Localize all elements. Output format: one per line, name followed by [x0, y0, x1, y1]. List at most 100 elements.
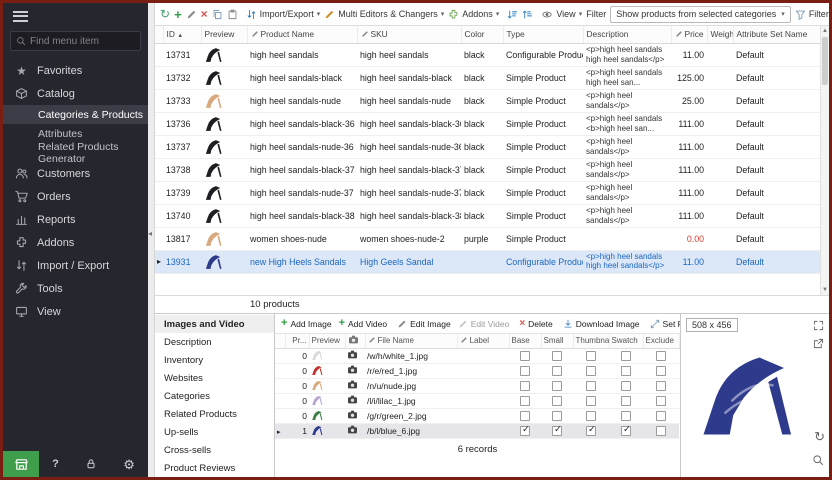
delete-product-button[interactable]: ×: [201, 8, 208, 20]
small-checkbox[interactable]: [552, 396, 562, 406]
sidebar-item-addons[interactable]: Addons: [3, 231, 148, 254]
sidebar-item-import-export[interactable]: Import / Export: [3, 254, 148, 277]
base-checkbox[interactable]: [520, 411, 530, 421]
small-checkbox[interactable]: [552, 381, 562, 391]
tab-up-sells[interactable]: Up-sells: [155, 423, 274, 441]
zoom-button[interactable]: [812, 453, 824, 471]
edit-image-button[interactable]: Edit Image: [395, 319, 453, 329]
image-row[interactable]: 0/g/r/green_2.jpg: [275, 408, 679, 423]
tab-product-reviews[interactable]: Product Reviews: [155, 459, 274, 477]
sidebar-item-catalog[interactable]: Catalog: [3, 82, 148, 105]
exclude-checkbox[interactable]: [656, 381, 666, 391]
product-row[interactable]: 13733high heel sandals-nudehigh heel san…: [155, 89, 820, 112]
edit-video-button[interactable]: Edit Video: [456, 319, 512, 329]
tab-related-products[interactable]: Related Products: [155, 405, 274, 423]
delete-image-button[interactable]: ×Delete: [517, 319, 554, 329]
base-checkbox[interactable]: [520, 366, 530, 376]
image-row[interactable]: 0/w/h/white_1.jpg: [275, 348, 679, 363]
exclude-checkbox[interactable]: [656, 366, 666, 376]
base-checkbox[interactable]: [520, 396, 530, 406]
scroll-down-icon[interactable]: ▼: [821, 285, 829, 295]
lock-icon[interactable]: [85, 458, 97, 470]
refresh-button[interactable]: ↻: [160, 8, 170, 20]
product-row[interactable]: 13817women shoes-nudewomen shoes-nude-2p…: [155, 227, 820, 250]
sidebar-item-customers[interactable]: Customers: [3, 162, 148, 185]
set-resize-rule-button[interactable]: Set Resize Rule▾: [648, 319, 680, 329]
exclude-checkbox[interactable]: [656, 351, 666, 361]
multi-editors-menu[interactable]: Multi Editors & Changers▾: [324, 9, 444, 20]
thumbnail-checkbox[interactable]: [586, 381, 596, 391]
sidebar-item-categories-products[interactable]: Categories & Products: [3, 105, 148, 124]
product-row[interactable]: 13732high heel sandals-blackhigh heel sa…: [155, 66, 820, 89]
small-checkbox[interactable]: [552, 366, 562, 376]
tab-description[interactable]: Description: [155, 333, 274, 351]
column-header-exclude[interactable]: Exclude: [643, 334, 679, 348]
scrollbar-thumb[interactable]: [822, 37, 828, 85]
column-header-swatch[interactable]: Swatch: [609, 334, 643, 348]
swatch-checkbox[interactable]: [621, 351, 631, 361]
product-row[interactable]: 13739high heel sandals-nude-37high heel …: [155, 181, 820, 204]
exclude-checkbox[interactable]: [656, 396, 666, 406]
sidebar-item-related-products-generator[interactable]: Related Products Generator: [3, 143, 148, 162]
copy-button[interactable]: [212, 9, 223, 20]
sidebar-item-favorites[interactable]: ★Favorites: [3, 59, 148, 82]
paste-button[interactable]: [227, 9, 238, 20]
column-header-price[interactable]: Price: [671, 26, 707, 43]
collapse-handle-icon[interactable]: ◂: [148, 229, 152, 238]
column-header-thumbnail[interactable]: Thumbna: [573, 334, 609, 348]
column-header-label[interactable]: Label: [457, 334, 509, 348]
column-header-attribute-set[interactable]: Attribute Set Name: [733, 26, 820, 43]
add-video-button[interactable]: +Add Video: [337, 318, 390, 329]
swatch-checkbox[interactable]: [621, 396, 631, 406]
column-header-product-name[interactable]: Product Name: [247, 26, 357, 43]
tab-websites[interactable]: Websites: [155, 369, 274, 387]
sidebar-item-orders[interactable]: Orders: [3, 185, 148, 208]
column-header-weight[interactable]: Weight: [707, 26, 733, 43]
import-export-menu[interactable]: Import/Export▾: [246, 9, 321, 20]
sidebar-splitter[interactable]: ◂: [148, 3, 155, 477]
swatch-checkbox[interactable]: [621, 381, 631, 391]
column-header-type[interactable]: Type: [503, 26, 583, 43]
fullscreen-button[interactable]: [813, 318, 824, 336]
thumbnail-checkbox[interactable]: [586, 366, 596, 376]
column-header-description[interactable]: Description: [583, 26, 671, 43]
column-header-color[interactable]: Color: [461, 26, 503, 43]
product-row[interactable]: 13736high heel sandals-black-36high heel…: [155, 112, 820, 135]
image-row[interactable]: 0/r/e/red_1.jpg: [275, 363, 679, 378]
column-header-file-name[interactable]: File Name: [365, 334, 457, 348]
add-product-button[interactable]: +: [174, 8, 182, 21]
grid-scrollbar[interactable]: ▲ ▼: [820, 26, 829, 295]
gear-icon[interactable]: ⚙: [123, 458, 135, 471]
column-header-id[interactable]: ID ▲: [163, 26, 201, 43]
view-menu[interactable]: View▾: [541, 9, 582, 20]
menu-toggle-button[interactable]: [3, 3, 148, 29]
product-row[interactable]: 13740high heel sandals-black-38high heel…: [155, 204, 820, 227]
product-row[interactable]: 13738high heel sandals-black-37high heel…: [155, 158, 820, 181]
add-image-button[interactable]: +Add Image: [279, 318, 334, 329]
store-button[interactable]: [3, 451, 39, 477]
column-header-preview[interactable]: Preview: [201, 26, 247, 43]
column-header-camera[interactable]: [345, 334, 365, 348]
swatch-checkbox[interactable]: [621, 366, 631, 376]
filters-menu[interactable]: Filters▾: [795, 9, 829, 20]
swatch-checkbox[interactable]: [621, 426, 631, 436]
small-checkbox[interactable]: [552, 351, 562, 361]
small-checkbox[interactable]: [552, 411, 562, 421]
addons-menu[interactable]: Addons▾: [448, 9, 499, 20]
column-header-small[interactable]: Small: [541, 334, 573, 348]
swatch-checkbox[interactable]: [621, 411, 631, 421]
scroll-up-icon[interactable]: ▲: [821, 26, 829, 36]
tab-categories[interactable]: Categories: [155, 387, 274, 405]
rotate-image-button[interactable]: ↻: [814, 430, 825, 443]
image-row-selected[interactable]: ▸1/b/l/blue_6.jpg: [275, 423, 679, 438]
product-row-selected[interactable]: ▸13931new High Heels SandalsHigh Geels S…: [155, 250, 820, 273]
tab-images-and-video[interactable]: Images and Video: [155, 315, 274, 333]
column-header-position[interactable]: Pr...: [285, 334, 309, 348]
category-filter-select[interactable]: Show products from selected categories▾: [610, 6, 791, 23]
small-checkbox[interactable]: [552, 426, 562, 436]
product-row[interactable]: 13731high heel sandalshigh heel sandalsb…: [155, 43, 820, 66]
sidebar-item-tools[interactable]: Tools: [3, 277, 148, 300]
thumbnail-checkbox[interactable]: [586, 411, 596, 421]
image-row[interactable]: 0/l/i/lilac_1.jpg: [275, 393, 679, 408]
sidebar-item-reports[interactable]: Reports: [3, 208, 148, 231]
